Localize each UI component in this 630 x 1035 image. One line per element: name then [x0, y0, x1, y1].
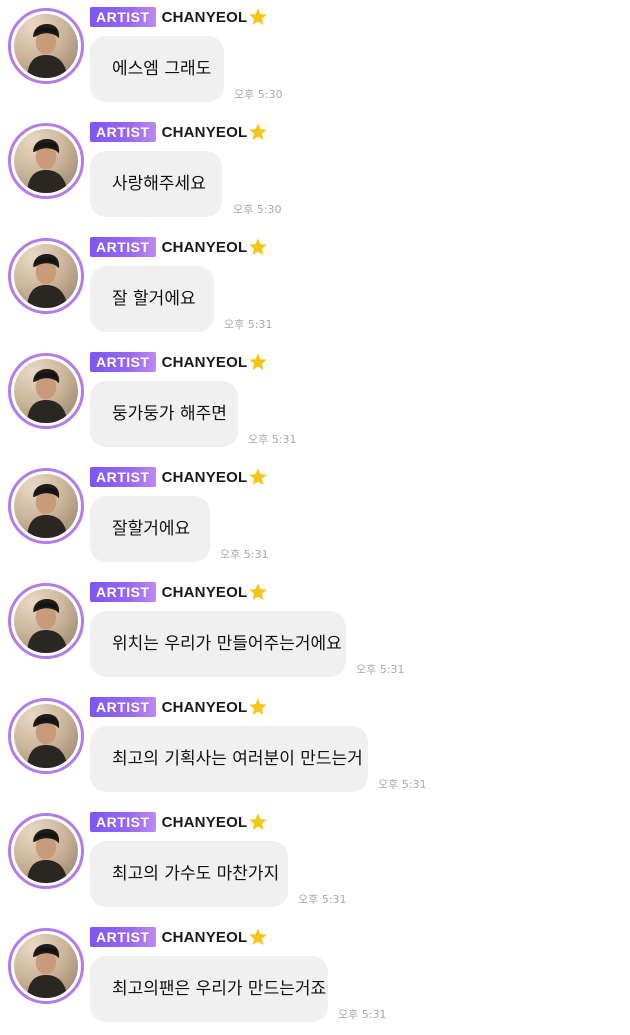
chat-message: ARTIST CHANYEOL 사랑해주세요 오후 5:30 — [0, 115, 630, 230]
avatar-portrait-icon — [26, 24, 68, 78]
star-icon — [249, 698, 268, 715]
message-header: ARTIST CHANYEOL — [90, 581, 268, 603]
avatar-photo — [14, 819, 78, 883]
message-time: 오후 5:30 — [233, 203, 282, 216]
artist-badge: ARTIST — [90, 122, 156, 142]
star-icon — [249, 123, 268, 140]
message-time: 오후 5:31 — [298, 893, 347, 906]
avatar-portrait-icon — [26, 944, 68, 998]
message-time: 오후 5:31 — [356, 663, 405, 676]
avatar-portrait-icon — [26, 139, 68, 193]
message-time: 오후 5:31 — [224, 318, 273, 331]
avatar-photo — [14, 359, 78, 423]
avatar-photo — [14, 934, 78, 998]
artist-badge: ARTIST — [90, 237, 156, 257]
artist-avatar[interactable] — [8, 8, 84, 84]
message-bubble[interactable]: 위치는 우리가 만들어주는거에요 — [90, 611, 346, 677]
avatar-photo — [14, 704, 78, 768]
avatar-photo — [14, 589, 78, 653]
chat-message: ARTIST CHANYEOL 최고의팬은 우리가 만드는거죠 오후 5:31 — [0, 920, 630, 1035]
artist-avatar[interactable] — [8, 123, 84, 199]
chat-message: ARTIST CHANYEOL 둥가둥가 해주면 오후 5:31 — [0, 345, 630, 460]
avatar-portrait-icon — [26, 254, 68, 308]
star-icon — [249, 468, 268, 485]
message-time: 오후 5:31 — [338, 1008, 387, 1021]
avatar-portrait-icon — [26, 599, 68, 653]
chat-message: ARTIST CHANYEOL 최고의 가수도 마찬가지 오후 5:31 — [0, 805, 630, 920]
message-bubble[interactable]: 둥가둥가 해주면 — [90, 381, 238, 447]
chat-thread: ARTIST CHANYEOL 에스엠 그래도 오후 5:30 ARTIST C… — [0, 0, 630, 1024]
message-bubble[interactable]: 잘 할거에요 — [90, 266, 214, 332]
artist-avatar[interactable] — [8, 928, 84, 1004]
message-header: ARTIST CHANYEOL — [90, 236, 268, 258]
message-bubble[interactable]: 사랑해주세요 — [90, 151, 222, 217]
chat-message: ARTIST CHANYEOL 위치는 우리가 만들어주는거에요 오후 5:31 — [0, 575, 630, 690]
artist-avatar[interactable] — [8, 353, 84, 429]
message-header: ARTIST CHANYEOL — [90, 926, 268, 948]
author-name[interactable]: CHANYEOL — [162, 929, 248, 946]
author-name[interactable]: CHANYEOL — [162, 124, 248, 141]
star-icon — [249, 583, 268, 600]
message-header: ARTIST CHANYEOL — [90, 6, 268, 28]
artist-badge: ARTIST — [90, 467, 156, 487]
author-name[interactable]: CHANYEOL — [162, 469, 248, 486]
avatar-portrait-icon — [26, 714, 68, 768]
artist-avatar[interactable] — [8, 468, 84, 544]
chat-message: ARTIST CHANYEOL 잘할거에요 오후 5:31 — [0, 460, 630, 575]
message-bubble[interactable]: 최고의팬은 우리가 만드는거죠 — [90, 956, 328, 1022]
message-bubble[interactable]: 최고의 가수도 마찬가지 — [90, 841, 288, 907]
author-name[interactable]: CHANYEOL — [162, 239, 248, 256]
artist-badge: ARTIST — [90, 352, 156, 372]
artist-badge: ARTIST — [90, 927, 156, 947]
artist-avatar[interactable] — [8, 813, 84, 889]
author-name[interactable]: CHANYEOL — [162, 699, 248, 716]
chat-message: ARTIST CHANYEOL 에스엠 그래도 오후 5:30 — [0, 0, 630, 115]
star-icon — [249, 8, 268, 25]
message-header: ARTIST CHANYEOL — [90, 811, 268, 833]
artist-badge: ARTIST — [90, 697, 156, 717]
message-time: 오후 5:31 — [220, 548, 269, 561]
star-icon — [249, 238, 268, 255]
artist-badge: ARTIST — [90, 582, 156, 602]
message-bubble[interactable]: 잘할거에요 — [90, 496, 210, 562]
avatar-portrait-icon — [26, 369, 68, 423]
message-header: ARTIST CHANYEOL — [90, 696, 268, 718]
artist-avatar[interactable] — [8, 583, 84, 659]
avatar-photo — [14, 474, 78, 538]
message-header: ARTIST CHANYEOL — [90, 351, 268, 373]
artist-badge: ARTIST — [90, 812, 156, 832]
avatar-portrait-icon — [26, 484, 68, 538]
avatar-photo — [14, 244, 78, 308]
author-name[interactable]: CHANYEOL — [162, 584, 248, 601]
chat-message: ARTIST CHANYEOL 잘 할거에요 오후 5:31 — [0, 230, 630, 345]
author-name[interactable]: CHANYEOL — [162, 814, 248, 831]
avatar-photo — [14, 129, 78, 193]
message-bubble[interactable]: 에스엠 그래도 — [90, 36, 224, 102]
artist-avatar[interactable] — [8, 238, 84, 314]
message-header: ARTIST CHANYEOL — [90, 466, 268, 488]
star-icon — [249, 353, 268, 370]
message-bubble[interactable]: 최고의 기획사는 여러분이 만드는거 — [90, 726, 368, 792]
artist-avatar[interactable] — [8, 698, 84, 774]
message-time: 오후 5:30 — [234, 88, 283, 101]
chat-message: ARTIST CHANYEOL 최고의 기획사는 여러분이 만드는거 오후 5:… — [0, 690, 630, 805]
avatar-portrait-icon — [26, 829, 68, 883]
star-icon — [249, 813, 268, 830]
message-header: ARTIST CHANYEOL — [90, 121, 268, 143]
star-icon — [249, 928, 268, 945]
message-time: 오후 5:31 — [248, 433, 297, 446]
author-name[interactable]: CHANYEOL — [162, 9, 248, 26]
message-time: 오후 5:31 — [378, 778, 427, 791]
avatar-photo — [14, 14, 78, 78]
author-name[interactable]: CHANYEOL — [162, 354, 248, 371]
artist-badge: ARTIST — [90, 7, 156, 27]
